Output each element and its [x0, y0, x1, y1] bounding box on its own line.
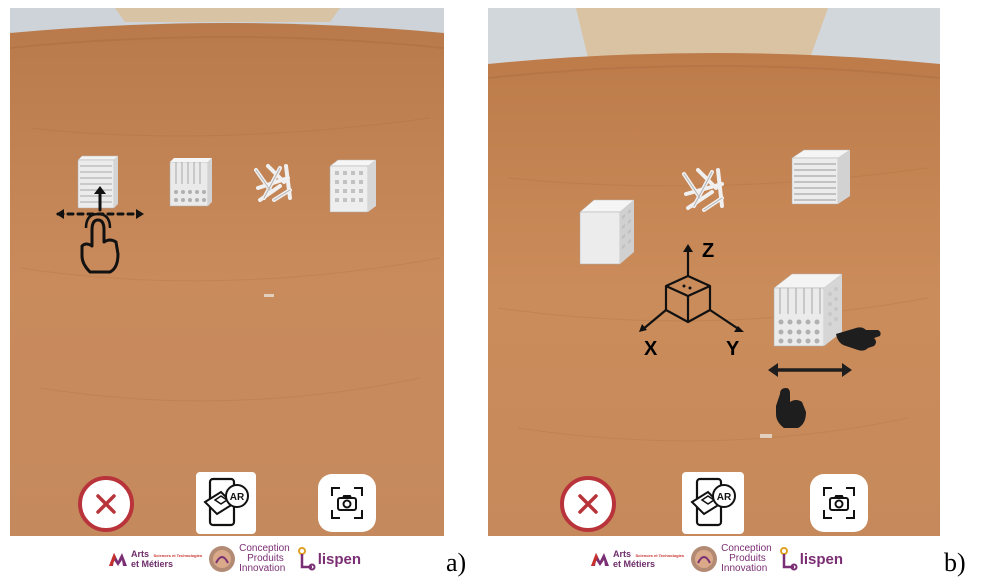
- panel-label-b: b): [944, 548, 966, 577]
- ar-phone-icon: AR: [690, 477, 736, 527]
- arts-metiers-mark-icon: [591, 553, 609, 566]
- lispen-mark-icon: [297, 547, 316, 571]
- arts-metiers-mark-icon: [109, 553, 127, 566]
- hand-drag-icon: [768, 363, 852, 428]
- camera-icon: [823, 487, 855, 519]
- ar-phone-icon: AR: [203, 477, 249, 527]
- ar-screen-a: AR: [10, 8, 444, 536]
- cpi-logo: Conception Produits Innovation: [208, 544, 290, 574]
- lattice-cube-3[interactable]: [678, 164, 730, 216]
- axis-gizmo-icon: [639, 244, 744, 332]
- lattice-cube-4[interactable]: [576, 198, 636, 266]
- lispen-logo: lispen: [296, 547, 361, 571]
- lispen-mark-icon: [779, 547, 798, 571]
- arts-metiers-logo: Arts Sciences et Technologies et Métiers: [108, 549, 202, 569]
- lattice-cube-1[interactable]: [788, 148, 854, 206]
- axis-x-label: X: [644, 338, 658, 360]
- hand-pinch-icon: [836, 327, 881, 351]
- cpi-circle-icon: [209, 546, 236, 572]
- ar-screen-b: Z X Y AR: [488, 8, 940, 536]
- hand-drag-icon: [56, 186, 144, 274]
- camera-button[interactable]: [318, 474, 376, 532]
- cpi-logo: Conception Produits Innovation: [690, 544, 772, 574]
- lattice-cube-3[interactable]: [250, 160, 296, 206]
- ar-badge-label: AR: [717, 492, 732, 503]
- ar-mode-button[interactable]: AR: [682, 472, 744, 534]
- camera-icon: [331, 487, 363, 519]
- panel-label-a: a): [446, 548, 467, 577]
- close-icon: [96, 494, 116, 514]
- close-button[interactable]: [78, 476, 134, 532]
- close-icon: [578, 494, 598, 514]
- lattice-cube-2[interactable]: [168, 158, 212, 208]
- ar-mode-button[interactable]: AR: [196, 472, 256, 534]
- lattice-cube-4[interactable]: [328, 158, 378, 214]
- partner-logos: Arts Sciences et Technologies et Métiers…: [108, 542, 361, 576]
- cpi-circle-icon: [691, 546, 718, 572]
- close-button[interactable]: [560, 476, 616, 532]
- ar-badge-label: AR: [230, 492, 245, 503]
- axis-y-label: Y: [726, 338, 740, 360]
- arts-metiers-logo: Arts Sciences et Technologies et Métiers: [590, 549, 684, 569]
- lispen-logo: lispen: [778, 547, 843, 571]
- camera-button[interactable]: [810, 474, 868, 532]
- axis-z-label: Z: [702, 240, 715, 262]
- partner-logos: Arts Sciences et Technologies et Métiers…: [590, 542, 843, 576]
